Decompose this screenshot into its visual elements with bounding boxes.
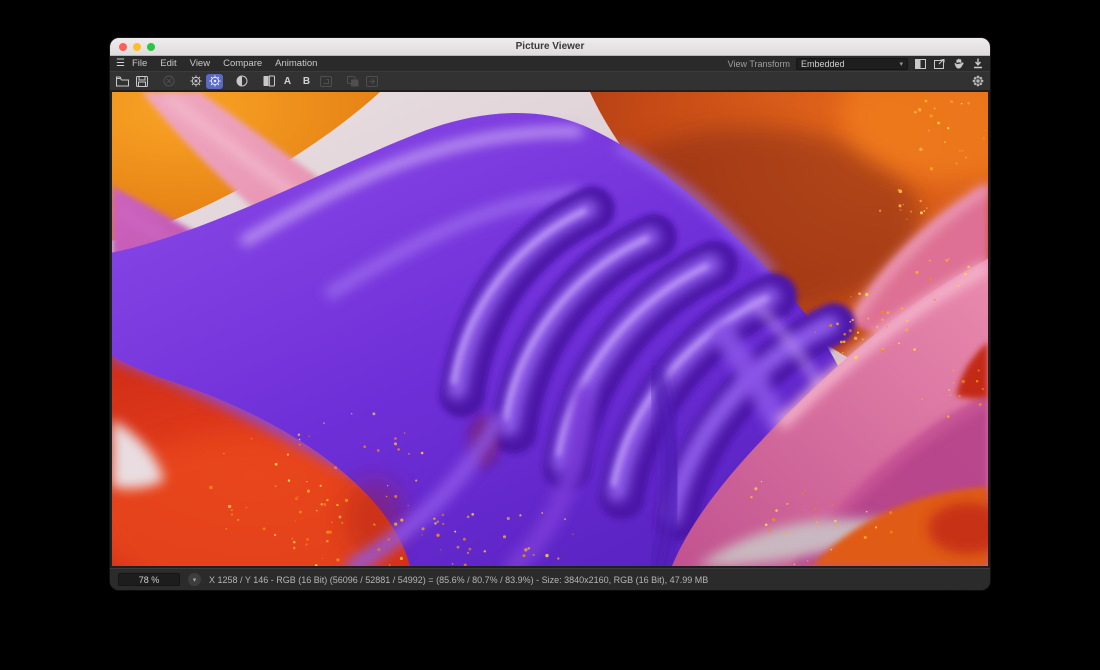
export-image-icon bbox=[363, 74, 380, 89]
dock-arrow-icon[interactable] bbox=[971, 58, 984, 70]
menu-item-animation[interactable]: Animation bbox=[275, 58, 317, 69]
view-transform-select[interactable]: Embedded ▾ bbox=[796, 58, 908, 70]
split-view-icon[interactable] bbox=[914, 58, 927, 70]
menu-item-file[interactable]: File bbox=[132, 58, 147, 69]
menubar-right: View Transform Embedded ▾ bbox=[728, 58, 984, 70]
zoom-preset-dropdown[interactable]: ▾ bbox=[188, 573, 201, 586]
menu-items: File Edit View Compare Animation bbox=[132, 58, 317, 69]
toolbar: A B bbox=[110, 71, 990, 90]
gear-icon[interactable] bbox=[206, 74, 223, 89]
statusbar: 78 % ▾ X 1258 / Y 146 - RGB (16 Bit) (56… bbox=[110, 568, 990, 590]
image-viewport[interactable] bbox=[110, 90, 990, 568]
version-a-button[interactable]: A bbox=[279, 74, 296, 89]
view-transform-label: View Transform bbox=[728, 59, 790, 69]
zoom-window-button[interactable] bbox=[147, 43, 155, 51]
menu-item-compare[interactable]: Compare bbox=[223, 58, 262, 69]
traffic-lights bbox=[119, 38, 155, 56]
swap-ab-icon bbox=[317, 74, 334, 89]
close-button[interactable] bbox=[119, 43, 127, 51]
rendered-image bbox=[112, 92, 988, 566]
zoom-level-input[interactable]: 78 % bbox=[118, 573, 180, 586]
menu-item-edit[interactable]: Edit bbox=[160, 58, 176, 69]
compare-icon[interactable] bbox=[260, 74, 277, 89]
gear-x-icon[interactable] bbox=[187, 74, 204, 89]
pan-hand-icon[interactable] bbox=[952, 58, 965, 70]
window-title: Picture Viewer bbox=[516, 41, 585, 52]
view-transform-value: Embedded bbox=[801, 59, 845, 69]
layers-flower-icon[interactable] bbox=[969, 74, 986, 89]
menubar: ☰ File Edit View Compare Animation View Tran… bbox=[110, 56, 990, 71]
open-folder-icon[interactable] bbox=[114, 74, 131, 89]
open-external-icon[interactable] bbox=[933, 58, 946, 70]
copy-image-icon bbox=[344, 74, 361, 89]
stop-render-icon bbox=[160, 74, 177, 89]
version-b-button[interactable]: B bbox=[298, 74, 315, 89]
titlebar[interactable]: Picture Viewer bbox=[110, 38, 990, 56]
contrast-icon[interactable] bbox=[233, 74, 250, 89]
menu-item-view[interactable]: View bbox=[190, 58, 210, 69]
desktop-background: Picture Viewer ☰ File Edit View Compare Anim… bbox=[0, 0, 1100, 670]
minimize-button[interactable] bbox=[133, 43, 141, 51]
pixel-info-text: X 1258 / Y 146 - RGB (16 Bit) (56096 / 5… bbox=[209, 575, 708, 585]
save-icon[interactable] bbox=[133, 74, 150, 89]
panel-menu-icon[interactable]: ☰ bbox=[116, 59, 125, 69]
picture-viewer-window: Picture Viewer ☰ File Edit View Compare Anim… bbox=[110, 38, 990, 590]
chevron-down-icon: ▾ bbox=[899, 60, 903, 68]
